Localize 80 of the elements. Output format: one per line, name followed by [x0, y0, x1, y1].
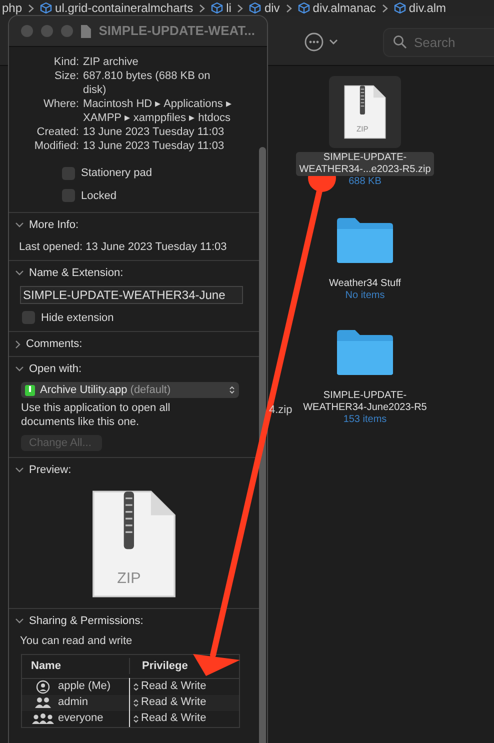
- privilege-popup[interactable]: Read & Write: [130, 678, 206, 695]
- section-title[interactable]: More Info:: [29, 217, 79, 234]
- cube-icon: [249, 2, 262, 14]
- field-value: 687.810 bytes (688 KB on disk): [83, 69, 212, 97]
- stepper-icon: [133, 714, 139, 724]
- disclosure-icon[interactable]: [15, 222, 24, 228]
- section-title[interactable]: Preview:: [29, 462, 72, 478]
- chevron-icon: [28, 4, 34, 12]
- chevron-icon: [199, 4, 206, 12]
- checkbox-label: Stationery pad: [81, 166, 152, 181]
- breadcrumb-item[interactable]: li: [226, 0, 232, 16]
- user-name: everyone: [58, 711, 104, 726]
- name-field[interactable]: SIMPLE-UPDATE-WEATHER34-June: [20, 286, 243, 304]
- last-opened-text: Last opened: 13 June 2023 Tuesday 11:03: [18, 240, 228, 254]
- chevron-icon: [286, 4, 292, 12]
- user-name: apple (Me): [58, 679, 111, 694]
- window-title: SIMPLE-UPDATE-WEAT...: [98, 22, 256, 40]
- people-icon: [34, 696, 52, 708]
- field-value: 13 June 2023 Tuesday 11:03: [83, 125, 226, 139]
- description-text: Use this application to open all documents like this one.: [20, 401, 172, 429]
- disclosure-icon[interactable]: [15, 467, 24, 474]
- section-title[interactable]: Sharing & Permissions:: [29, 612, 144, 629]
- stepper-icon: [133, 682, 139, 692]
- field-label: Created:: [36, 125, 79, 139]
- checkbox[interactable]: [62, 166, 75, 180]
- file-name[interactable]: Weather34 Stuff: [326, 278, 404, 290]
- permission-summary: You can read and write: [19, 634, 134, 649]
- checkbox[interactable]: [62, 189, 75, 202]
- disclosure-icon[interactable]: [15, 618, 24, 624]
- folder-icon: [335, 215, 395, 265]
- stepper-icon: [229, 385, 235, 395]
- search-field[interactable]: Search: [383, 28, 494, 57]
- zip-file-icon: ZIP: [90, 488, 178, 600]
- zip-file-icon: ZIP: [343, 83, 387, 141]
- disclosure-icon[interactable]: [15, 270, 24, 276]
- folder-icon: [334, 327, 395, 377]
- field-label: Size:: [54, 69, 79, 84]
- file-detail: No items: [345, 290, 385, 302]
- field-label: Modified:: [33, 139, 79, 153]
- breadcrumb-item[interactable]: div.almanac: [312, 0, 376, 16]
- person-icon: [36, 680, 50, 694]
- column-header[interactable]: Privilege: [130, 658, 188, 674]
- privilege-popup[interactable]: Read & Write: [130, 694, 206, 711]
- user-name: admin: [58, 695, 88, 710]
- cube-icon: [394, 2, 406, 14]
- column-header[interactable]: Name: [22, 658, 130, 674]
- cube-icon: [40, 2, 52, 14]
- cube-icon: [298, 2, 310, 14]
- file-detail: 153 items: [343, 414, 387, 426]
- breadcrumb-item[interactable]: div: [264, 0, 280, 16]
- search-icon: [393, 35, 407, 49]
- app-icon: [25, 384, 35, 396]
- breadcrumb-item[interactable]: ul.grid-containeralmcharts: [55, 0, 194, 16]
- disclosure-icon[interactable]: [15, 340, 21, 349]
- file-name[interactable]: SIMPLE-UPDATE- WEATHER34-...e2023-R5.zip: [296, 152, 434, 176]
- field-label: Kind:: [52, 55, 79, 69]
- checkbox-label: Hide extension: [41, 310, 114, 326]
- people-icon: [32, 712, 54, 724]
- field-value: Macintosh HD ▸ Applications ▸ XAMPP ▸ xamppfiles ▸ htdocs: [83, 97, 233, 125]
- breadcrumb-item[interactable]: div.alm: [408, 0, 446, 16]
- section-title[interactable]: Name & Extension:: [29, 265, 124, 282]
- disclosure-icon[interactable]: [15, 366, 24, 372]
- scrollbar[interactable]: [259, 147, 266, 743]
- section-title[interactable]: Open with:: [29, 360, 82, 377]
- checkbox-label: Locked: [81, 188, 116, 204]
- checkbox[interactable]: [22, 311, 35, 324]
- file-detail: 688 KB: [348, 176, 382, 188]
- field-label: Where:: [42, 97, 79, 112]
- document-icon: [80, 24, 91, 38]
- file-name[interactable]: SIMPLE-UPDATE- WEATHER34-June2023-R5: [300, 390, 430, 414]
- field-value: ZIP archive: [83, 55, 140, 69]
- breadcrumb-item[interactable]: php: [2, 0, 22, 16]
- chevron-icon: [237, 4, 244, 12]
- chevron-icon: [382, 4, 388, 12]
- app-popup[interactable]: Archive Utility.app (default): [21, 382, 239, 398]
- field-value: 13 June 2023 Tuesday 11:03: [83, 139, 226, 153]
- section-title[interactable]: Comments:: [26, 336, 82, 352]
- cube-icon: [211, 2, 224, 14]
- stepper-icon: [133, 698, 139, 708]
- privilege-popup[interactable]: Read & Write: [130, 710, 206, 727]
